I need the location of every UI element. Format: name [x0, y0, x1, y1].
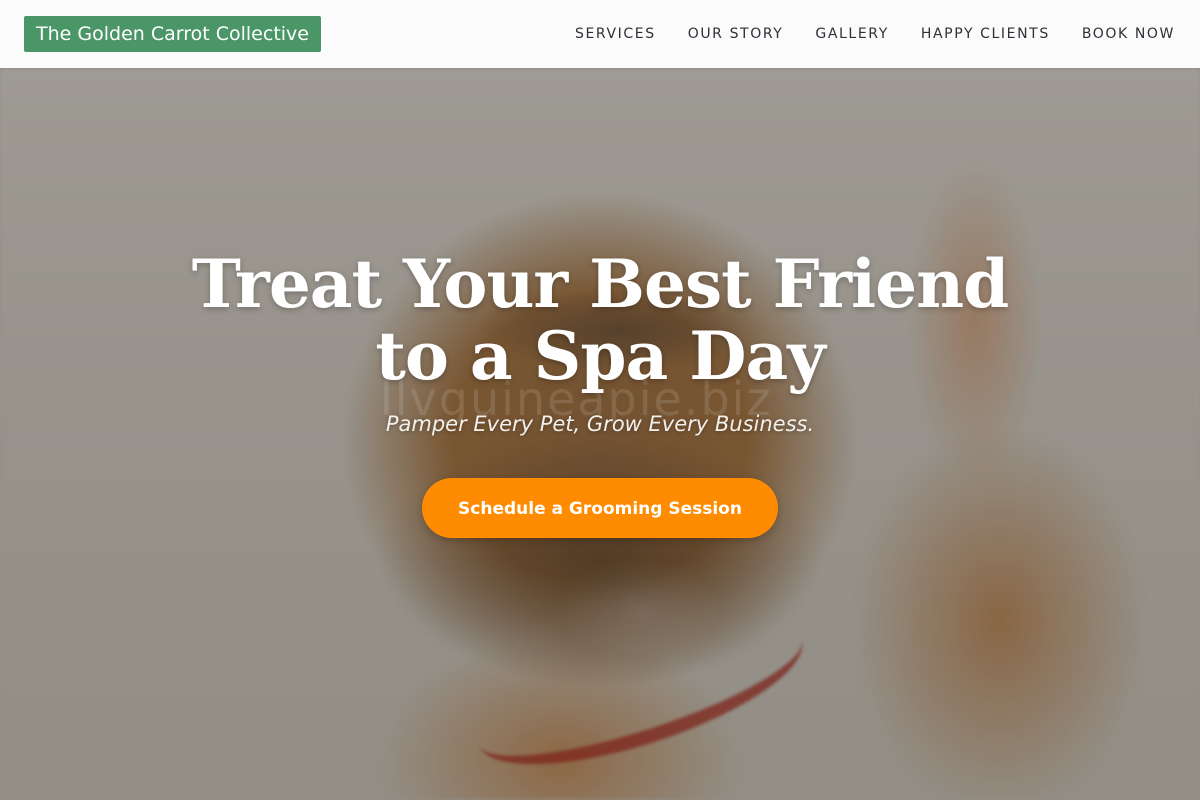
schedule-grooming-button[interactable]: Schedule a Grooming Session [422, 478, 778, 538]
hero-section: Treat Your Best Friend to a Spa Day Pamp… [0, 248, 1200, 538]
nav-link-gallery[interactable]: GALLERY [815, 26, 888, 42]
nav-link-happy-clients[interactable]: HAPPY CLIENTS [921, 26, 1050, 42]
nav-link-our-story[interactable]: OUR STORY [688, 26, 784, 42]
hero-subtitle: Pamper Every Pet, Grow Every Business. [385, 412, 815, 436]
nav-link-services[interactable]: SERVICES [575, 26, 656, 42]
site-header: The Golden Carrot Collective SERVICES OU… [0, 0, 1200, 68]
main-nav: SERVICES OUR STORY GALLERY HAPPY CLIENTS… [575, 0, 1175, 68]
landing-page: llvguineapie.biz The Golden Carrot Colle… [0, 0, 1200, 800]
site-logo[interactable]: The Golden Carrot Collective [24, 16, 321, 52]
nav-link-book-now[interactable]: BOOK NOW [1082, 26, 1175, 42]
hero-title: Treat Your Best Friend to a Spa Day [191, 245, 1010, 395]
